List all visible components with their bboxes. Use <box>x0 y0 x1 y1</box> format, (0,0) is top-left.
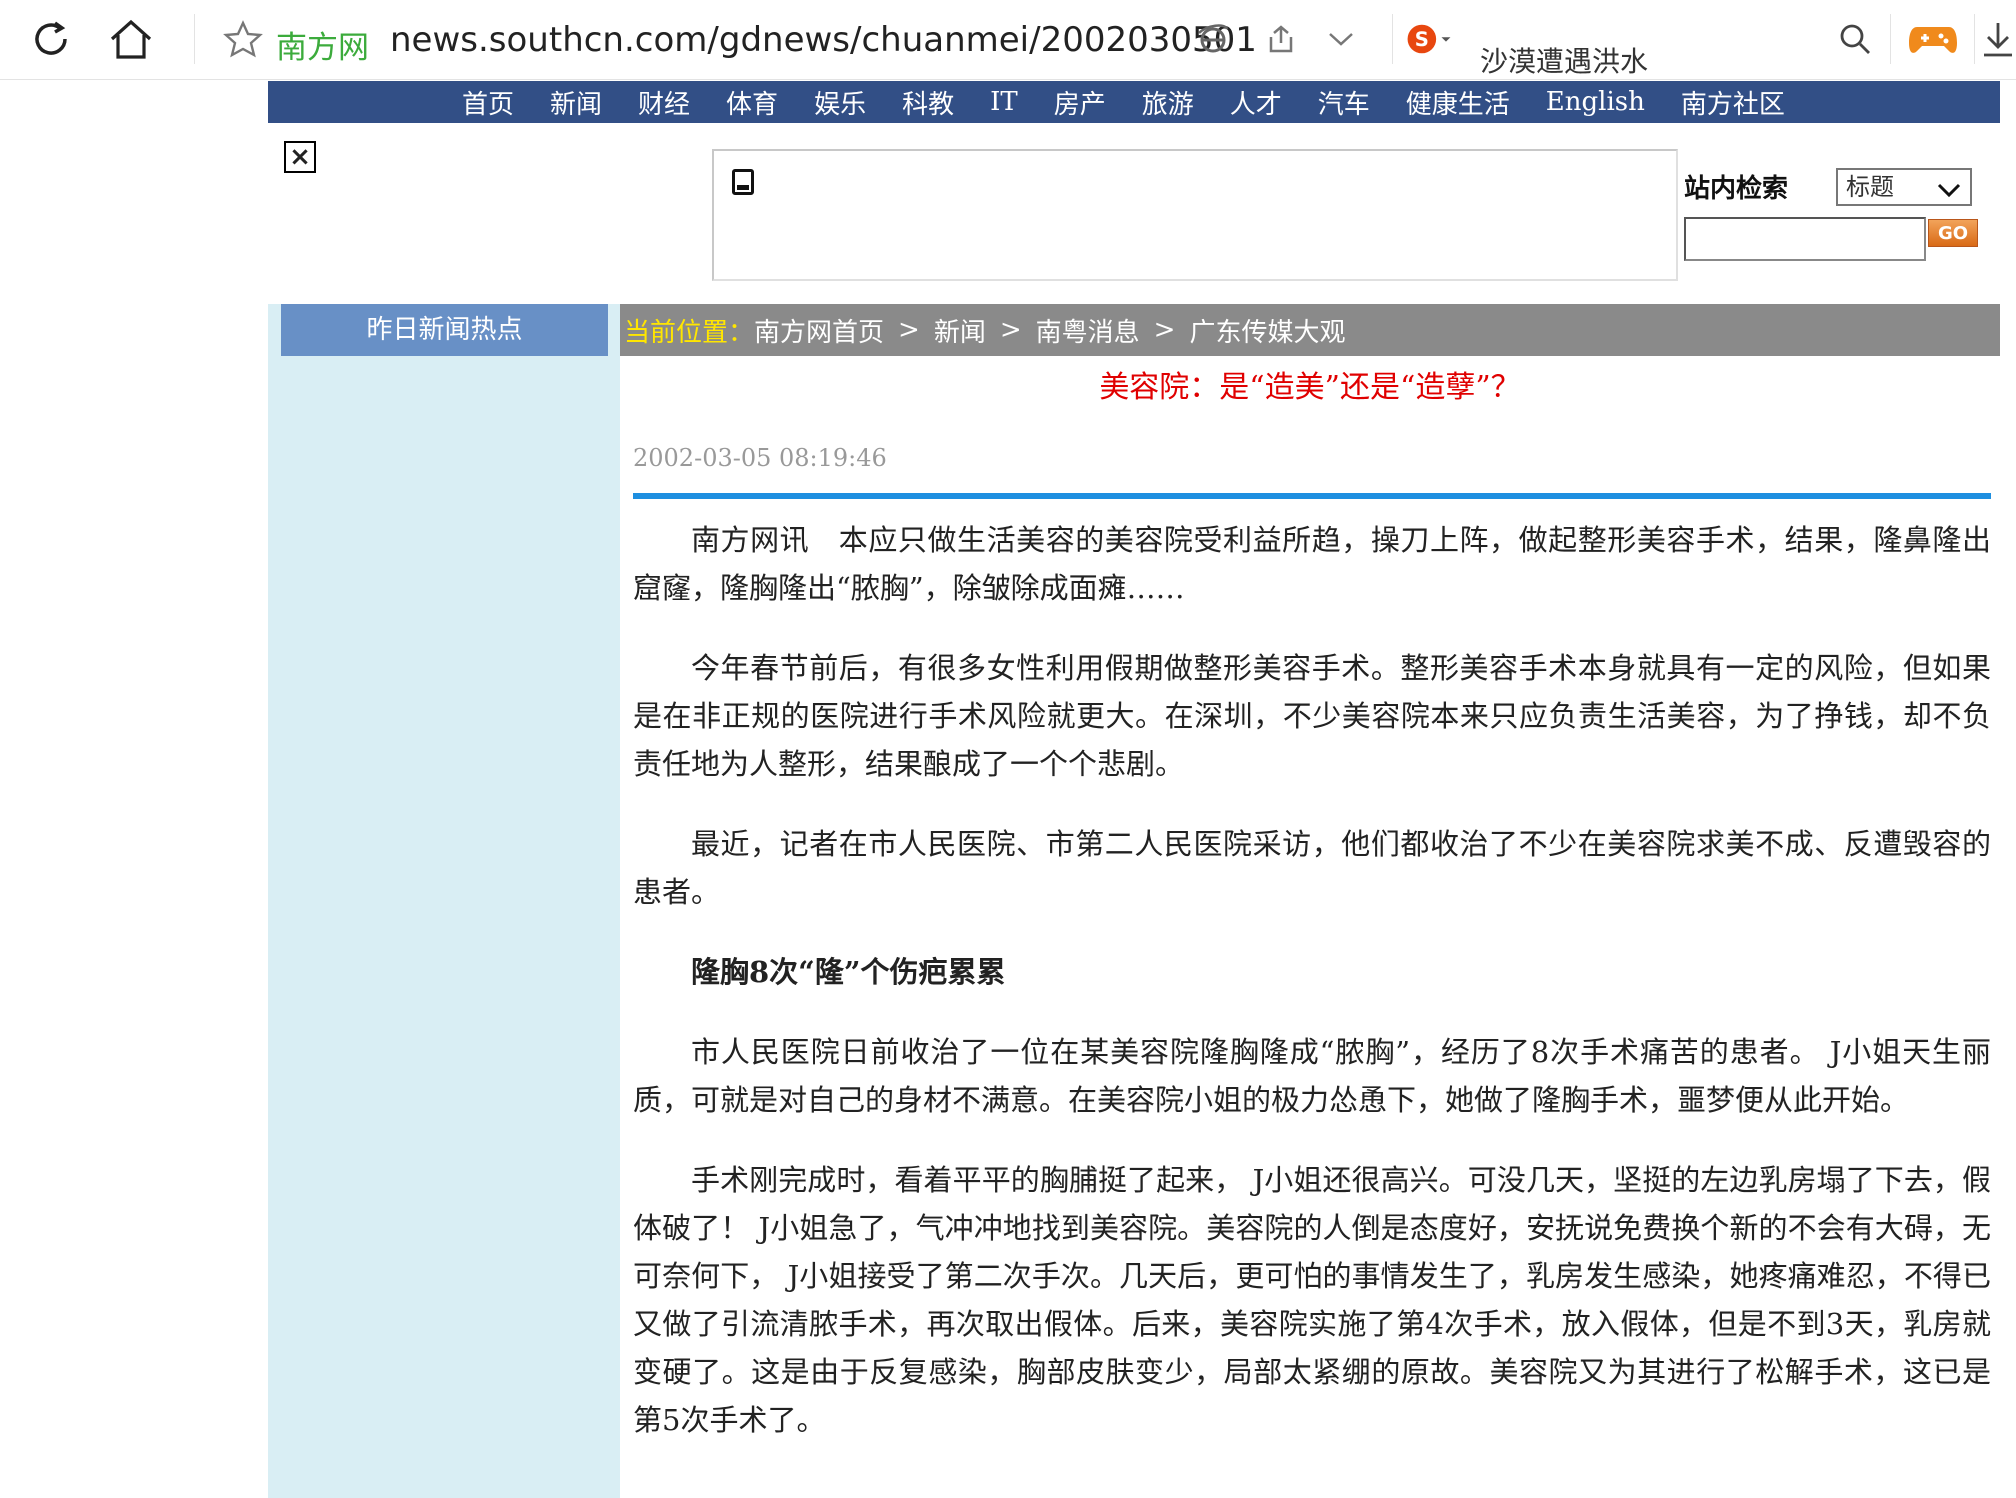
sogou-icon[interactable]: S <box>1404 14 1454 64</box>
search-select-value: 标题 <box>1846 173 1894 201</box>
svg-text:S: S <box>1415 28 1429 51</box>
article-date: 2002-03-05 08:19:46 <box>633 444 887 472</box>
breadcrumb-separator: > <box>898 315 920 345</box>
breadcrumb-link[interactable]: 新闻 <box>934 312 986 349</box>
toolbar-divider <box>1392 14 1393 64</box>
chevron-down-icon[interactable] <box>1316 14 1366 64</box>
nav-item[interactable]: 娱乐 <box>814 84 866 121</box>
search-icon[interactable] <box>1830 14 1880 64</box>
site-name-label: 南方网 <box>276 30 369 66</box>
article-divider <box>633 493 1991 499</box>
search-field-select[interactable]: 标题 <box>1836 168 1972 206</box>
nav-item[interactable]: 南方社区 <box>1681 84 1785 121</box>
article-paragraph: 市人民医院日前收治了一位在某美容院隆胸隆成“脓胸”，经历了8次手术痛苦的患者。 … <box>633 1035 1991 1117</box>
search-hint-text[interactable]: 沙漠遭遇洪水 <box>1480 40 1648 80</box>
article-paragraph: 手术刚完成时，看着平平的胸脯挺了起来， J小姐还很高兴。可没几天，坚挺的左边乳房… <box>633 1163 1991 1437</box>
site-nav-bar: 首页 新闻 财经 体育 娱乐 科教 IT 房产 旅游 人才 汽车 健康生活 English 南方社区 <box>268 81 2000 123</box>
chevron-down-icon <box>1936 176 1962 210</box>
address-bar-url[interactable]: news.southcn.com/gdnews/chuanmei/2002030… <box>390 20 1257 60</box>
left-sidebar <box>268 304 620 1498</box>
breadcrumb-separator: > <box>999 315 1022 345</box>
close-icon[interactable]: × <box>284 141 316 173</box>
nav-item[interactable]: 房产 <box>1054 84 1106 121</box>
share-icon[interactable] <box>1256 14 1306 64</box>
breadcrumb-label: 当前位置： <box>624 317 755 348</box>
nav-item[interactable]: 汽车 <box>1318 84 1370 121</box>
star-icon[interactable] <box>218 14 268 64</box>
nav-item[interactable]: 科教 <box>902 84 954 121</box>
nav-item[interactable]: 健康生活 <box>1406 84 1510 121</box>
site-search-input[interactable] <box>1684 217 1926 261</box>
nav-item[interactable]: 旅游 <box>1142 84 1194 121</box>
gamepad-icon[interactable] <box>1908 14 1958 64</box>
sidebar-title: 昨日新闻热点 <box>281 304 608 356</box>
breadcrumb-link[interactable]: 南粤消息 <box>1036 312 1140 349</box>
ad-banner-frame <box>712 149 1678 281</box>
article-body: 南方网讯 本应只做生活美容的美容院受利益所趋，操刀上阵，做起整形美容手术，结果，… <box>633 516 1991 1476</box>
site-search-label: 站内检索 <box>1684 174 1789 204</box>
article-paragraph: 南方网讯 本应只做生活美容的美容院受利益所趋，操刀上阵，做起整形美容手术，结果，… <box>633 523 1991 605</box>
breadcrumb-link[interactable]: 南方网首页 <box>754 312 884 349</box>
article-title: 美容院：是“造美”还是“造孽”？ <box>1099 370 1521 405</box>
plugin-icon <box>732 169 754 195</box>
breadcrumb-link[interactable]: 广东传媒大观 <box>1189 312 1345 349</box>
article-paragraph: 最近，记者在市人民医院、市第二人民医院采访，他们都收治了不少在美容院求美不成、反… <box>633 827 1991 909</box>
nav-item[interactable]: 人才 <box>1230 84 1282 121</box>
nav-item[interactable]: 财经 <box>638 84 690 121</box>
browser-toolbar: 南方网 news.southcn.com/gdnews/chuanmei/200… <box>0 0 2016 80</box>
search-go-button[interactable]: GO <box>1928 219 1978 247</box>
breadcrumb: 当前位置： 南方网首页 > 新闻 > 南粤消息 > 广东传媒大观 <box>620 304 2000 356</box>
article-subheading: 隆胸8次“隆”个伤疤累累 <box>691 955 1006 989</box>
nav-item[interactable]: 体育 <box>726 84 778 121</box>
ie-mode-icon[interactable] <box>1188 14 1238 64</box>
toolbar-divider <box>1890 14 1891 64</box>
toolbar-divider <box>194 14 195 64</box>
download-icon[interactable] <box>1980 14 2016 64</box>
refresh-icon[interactable] <box>26 14 76 64</box>
article-paragraph: 今年春节前后，有很多女性利用假期做整形美容手术。整形美容手术本身就具有一定的风险… <box>633 651 1991 781</box>
nav-item[interactable]: English <box>1546 87 1645 117</box>
home-icon[interactable] <box>106 14 156 64</box>
breadcrumb-separator: > <box>1153 315 1176 345</box>
nav-item[interactable]: IT <box>990 87 1018 117</box>
toolbar-divider <box>1974 14 1975 64</box>
nav-item[interactable]: 新闻 <box>550 84 602 121</box>
nav-item[interactable]: 首页 <box>462 84 514 121</box>
